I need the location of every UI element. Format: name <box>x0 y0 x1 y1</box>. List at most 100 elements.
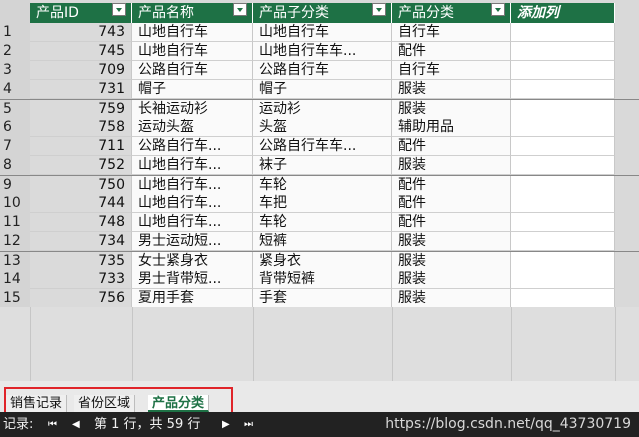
table-cell[interactable]: 山地自行车... <box>132 213 253 232</box>
table-cell[interactable]: 711 <box>30 137 132 156</box>
table-cell[interactable]: 山地自行车... <box>132 176 253 195</box>
table-cell[interactable]: 服装 <box>392 100 511 119</box>
table-cell[interactable]: 配件 <box>392 213 511 232</box>
add-column-cell[interactable] <box>511 156 615 175</box>
table-cell[interactable]: 自行车 <box>392 61 511 80</box>
table-row[interactable]: 12 734 男士运动短... 短裤 服装 <box>0 232 639 251</box>
prev-record-icon[interactable]: ◀ <box>72 412 80 437</box>
table-cell[interactable]: 744 <box>30 194 132 213</box>
row-number[interactable]: 7 <box>0 137 30 156</box>
table-row[interactable]: 1 743 山地自行车 山地自行车 自行车 <box>0 23 639 42</box>
row-number[interactable]: 13 <box>0 252 30 271</box>
table-cell[interactable]: 紧身衣 <box>253 252 392 271</box>
row-number[interactable]: 3 <box>0 61 30 80</box>
table-cell[interactable]: 735 <box>30 252 132 271</box>
table-cell[interactable]: 手套 <box>253 289 392 308</box>
filter-dropdown-icon[interactable] <box>372 3 386 16</box>
table-row[interactable]: 2 745 山地自行车 山地自行车车... 配件 <box>0 42 639 61</box>
table-cell[interactable]: 车轮 <box>253 213 392 232</box>
table-cell[interactable]: 帽子 <box>132 80 253 99</box>
row-number[interactable]: 2 <box>0 42 30 61</box>
last-record-icon[interactable]: ⏭ <box>244 412 253 437</box>
table-cell[interactable]: 男士背带短... <box>132 270 253 289</box>
table-cell[interactable]: 短裤 <box>253 232 392 251</box>
table-cell[interactable]: 配件 <box>392 176 511 195</box>
add-column-cell[interactable] <box>511 80 615 99</box>
table-cell[interactable]: 帽子 <box>253 80 392 99</box>
column-header[interactable]: 添加列 <box>511 3 615 23</box>
table-row[interactable]: 6 758 运动头盔 头盔 辅助用品 <box>0 118 639 137</box>
filter-dropdown-icon[interactable] <box>491 3 505 16</box>
table-cell[interactable]: 运动衫 <box>253 100 392 119</box>
table-row[interactable]: 8 752 山地自行车... 袜子 服装 <box>0 156 639 175</box>
table-cell[interactable]: 山地自行车... <box>132 194 253 213</box>
add-column-cell[interactable] <box>511 61 615 80</box>
table-cell[interactable]: 背带短裤 <box>253 270 392 289</box>
table-cell[interactable]: 服装 <box>392 252 511 271</box>
table-row[interactable]: 5 759 长袖运动衫 运动衫 服装 <box>0 99 639 119</box>
table-cell[interactable]: 男士运动短... <box>132 232 253 251</box>
table-cell[interactable]: 配件 <box>392 42 511 61</box>
row-number[interactable]: 8 <box>0 156 30 175</box>
row-number[interactable]: 5 <box>0 100 30 119</box>
add-column-cell[interactable] <box>511 137 615 156</box>
table-cell[interactable]: 女士紧身衣 <box>132 252 253 271</box>
table-cell[interactable]: 公路自行车车... <box>253 137 392 156</box>
table-cell[interactable]: 745 <box>30 42 132 61</box>
table-row[interactable]: 14 733 男士背带短... 背带短裤 服装 <box>0 270 639 289</box>
add-column-cell[interactable] <box>511 252 615 271</box>
table-cell[interactable]: 756 <box>30 289 132 308</box>
table-row[interactable]: 11 748 山地自行车... 车轮 配件 <box>0 213 639 232</box>
table-row[interactable]: 13 735 女士紧身衣 紧身衣 服装 <box>0 251 639 271</box>
first-record-icon[interactable]: ⏮ <box>48 412 57 437</box>
table-row[interactable]: 15 756 夏用手套 手套 服装 <box>0 289 639 308</box>
table-cell[interactable]: 734 <box>30 232 132 251</box>
add-column-cell[interactable] <box>511 118 615 137</box>
add-column-cell[interactable] <box>511 194 615 213</box>
row-number[interactable]: 11 <box>0 213 30 232</box>
row-number[interactable]: 12 <box>0 232 30 251</box>
add-column-cell[interactable] <box>511 23 615 42</box>
table-cell[interactable]: 夏用手套 <box>132 289 253 308</box>
table-cell[interactable]: 袜子 <box>253 156 392 175</box>
row-number[interactable]: 4 <box>0 80 30 99</box>
table-cell[interactable]: 731 <box>30 80 132 99</box>
table-cell[interactable]: 运动头盔 <box>132 118 253 137</box>
table-cell[interactable]: 头盔 <box>253 118 392 137</box>
add-column-cell[interactable] <box>511 100 615 119</box>
table-row[interactable]: 9 750 山地自行车... 车轮 配件 <box>0 175 639 195</box>
table-row[interactable]: 10 744 山地自行车... 车把 配件 <box>0 194 639 213</box>
table-cell[interactable]: 辅助用品 <box>392 118 511 137</box>
table-cell[interactable]: 服装 <box>392 270 511 289</box>
table-cell[interactable]: 公路自行车 <box>253 61 392 80</box>
table-cell[interactable]: 748 <box>30 213 132 232</box>
table-cell[interactable]: 山地自行车 <box>253 23 392 42</box>
add-column-cell[interactable] <box>511 289 615 308</box>
table-row[interactable]: 7 711 公路自行车... 公路自行车车... 配件 <box>0 137 639 156</box>
table-cell[interactable]: 752 <box>30 156 132 175</box>
table-cell[interactable]: 759 <box>30 100 132 119</box>
table-cell[interactable]: 服装 <box>392 80 511 99</box>
table-cell[interactable]: 750 <box>30 176 132 195</box>
add-column-cell[interactable] <box>511 213 615 232</box>
table-cell[interactable]: 服装 <box>392 289 511 308</box>
row-number[interactable]: 6 <box>0 118 30 137</box>
add-column-cell[interactable] <box>511 232 615 251</box>
table-cell[interactable]: 758 <box>30 118 132 137</box>
table-cell[interactable]: 733 <box>30 270 132 289</box>
table-cell[interactable]: 公路自行车 <box>132 61 253 80</box>
select-all-corner[interactable] <box>0 0 30 23</box>
table-cell[interactable]: 长袖运动衫 <box>132 100 253 119</box>
table-cell[interactable]: 服装 <box>392 156 511 175</box>
row-number[interactable]: 15 <box>0 289 30 308</box>
table-cell[interactable]: 车轮 <box>253 176 392 195</box>
table-cell[interactable]: 配件 <box>392 194 511 213</box>
row-number[interactable]: 14 <box>0 270 30 289</box>
add-column-cell[interactable] <box>511 176 615 195</box>
filter-dropdown-icon[interactable] <box>233 3 247 16</box>
table-cell[interactable]: 车把 <box>253 194 392 213</box>
table-cell[interactable]: 山地自行车 <box>132 23 253 42</box>
table-cell[interactable]: 配件 <box>392 137 511 156</box>
table-row[interactable]: 4 731 帽子 帽子 服装 <box>0 80 639 99</box>
add-column-cell[interactable] <box>511 42 615 61</box>
